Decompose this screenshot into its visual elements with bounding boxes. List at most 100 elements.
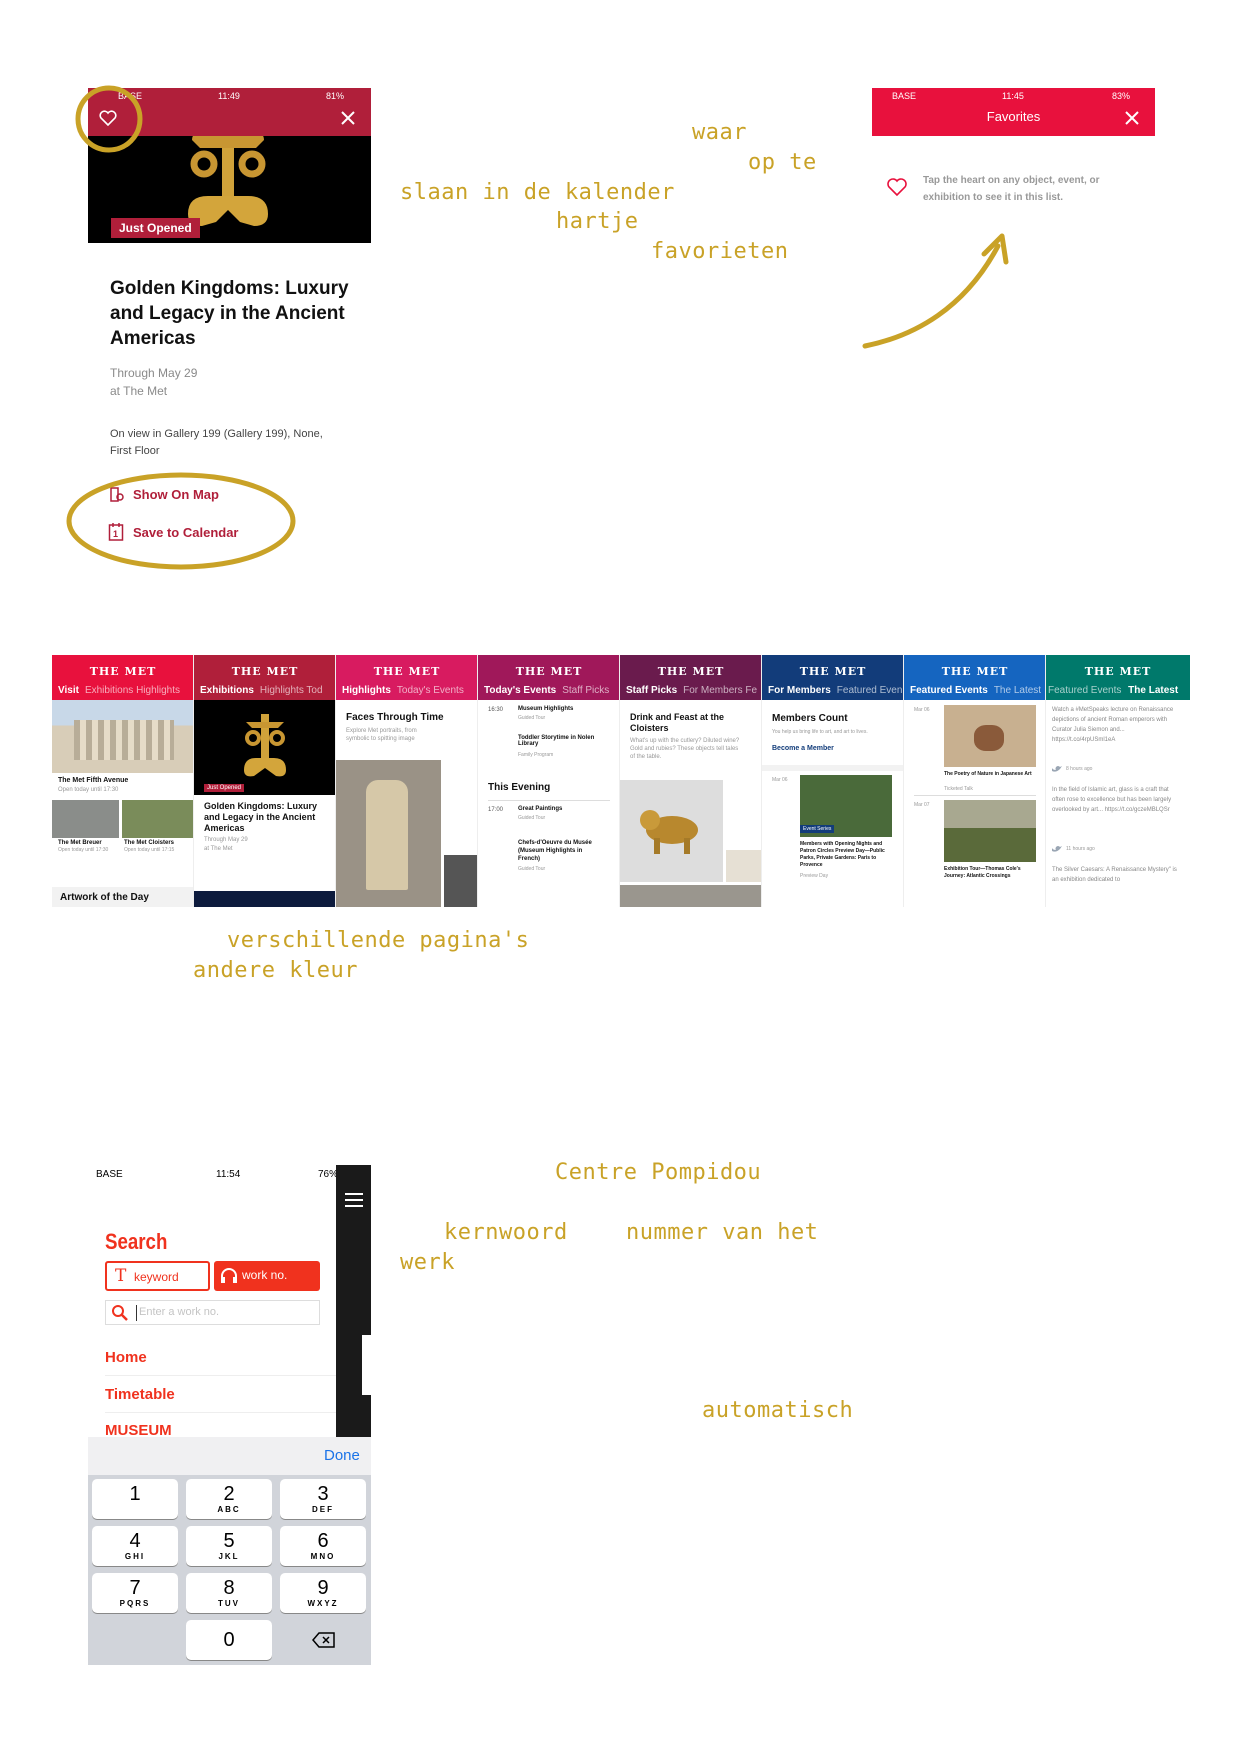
tab-rest[interactable]: Exhibitions Highlights <box>85 685 180 696</box>
screen-header: THE MET Today's Events Staff Picks <box>478 655 619 700</box>
search-input[interactable]: Enter a work no. <box>105 1300 320 1325</box>
hamburger-menu-icon[interactable] <box>345 1193 363 1207</box>
key-2[interactable]: 2 ABC <box>186 1479 272 1519</box>
tab-for-members[interactable]: For Members <box>768 685 831 696</box>
tab-rest[interactable]: Featured Even <box>837 685 903 696</box>
key-6[interactable]: 6 MNO <box>280 1526 366 1566</box>
done-button[interactable]: Done <box>324 1447 360 1464</box>
highlight-title[interactable]: Faces Through Time <box>346 712 444 723</box>
screen-header: THE MET Visit Exhibitions Highlights <box>52 655 193 700</box>
met-cloisters-title[interactable]: The Met Cloisters <box>124 840 174 846</box>
become-member-link[interactable]: Become a Member <box>772 745 834 752</box>
tab-exhibitions[interactable]: Exhibitions <box>200 685 254 696</box>
met-fifth-avenue-title[interactable]: The Met Fifth Avenue <box>58 777 128 784</box>
close-icon[interactable] <box>340 110 356 126</box>
close-icon[interactable] <box>1124 110 1140 126</box>
pompidou-search-screen: BASE 11:54 76% Search T keyword work no.… <box>88 1165 371 1665</box>
note-nummer: nummer van het <box>626 1220 819 1245</box>
menu-item-home[interactable]: Home <box>105 1349 147 1366</box>
tab-rest[interactable]: Today's Events <box>397 685 464 696</box>
work-number-button[interactable]: work no. <box>214 1261 320 1291</box>
met-breuer-image <box>52 800 119 838</box>
key-8[interactable]: 8 TUV <box>186 1573 272 1613</box>
social-post[interactable]: Watch a #MetSpeaks lecture on Renaissanc… <box>1052 705 1180 745</box>
backspace-key[interactable] <box>280 1620 366 1660</box>
met-app-screens-strip: THE MET Visit Exhibitions Highlights The … <box>52 655 1190 907</box>
tab-rest[interactable]: For Members Fe <box>683 685 757 696</box>
event-time: 17:00 <box>488 807 504 813</box>
key-4[interactable]: 4 GHI <box>92 1526 178 1566</box>
event-title[interactable]: Chefs-d'Oeuvre du Musée (Museum Highligh… <box>518 839 603 863</box>
tab-visit[interactable]: Visit <box>58 685 79 696</box>
curved-arrow-annotation <box>862 233 1009 349</box>
tab-staff-picks[interactable]: Staff Picks <box>626 685 677 696</box>
screen-visit: THE MET Visit Exhibitions Highlights The … <box>52 655 194 907</box>
social-post[interactable]: The Silver Caesars: A Renaissance Myster… <box>1052 865 1180 885</box>
tab-highlights[interactable]: Highlights <box>342 685 391 696</box>
screen-header: THE MET Featured Events The Latest <box>1046 655 1190 700</box>
this-evening-heading: This Evening <box>488 782 551 793</box>
exhibition-through: Through May 29 <box>110 366 198 380</box>
exhibition-title[interactable]: Golden Kingdoms: Luxury and Legacy in th… <box>204 801 329 834</box>
met-breuer-title[interactable]: The Met Breuer <box>58 840 102 846</box>
status-time: 11:54 <box>216 1169 241 1180</box>
drawer-edge <box>336 1165 371 1437</box>
key-0[interactable]: 0 <box>186 1620 272 1660</box>
keyword-button[interactable]: T keyword <box>105 1261 210 1291</box>
featured-event-type: Ticketed Talk <box>944 786 973 792</box>
met-logo: THE MET <box>799 665 867 678</box>
event-title[interactable]: Museum Highlights <box>518 706 573 712</box>
event-type: Guided Tour <box>518 815 546 821</box>
search-placeholder: Enter a work no. <box>139 1306 220 1318</box>
twitter-icon <box>1052 846 1062 852</box>
headphones-icon <box>221 1268 237 1283</box>
staff-pick-description: What's up with the cutlery? Diluted wine… <box>630 738 740 760</box>
note-favorieten: favorieten <box>651 239 789 264</box>
event-title[interactable]: Toddler Storytime in Nolen Library <box>518 735 598 747</box>
key-3[interactable]: 3 DEF <box>280 1479 366 1519</box>
note-kernwoord: kernwoord <box>444 1220 568 1245</box>
just-opened-badge: Just Opened <box>111 218 200 238</box>
met-logo: THE MET <box>89 665 157 678</box>
actions-highlight-ellipse <box>66 472 296 570</box>
menu-item-timetable[interactable]: Timetable <box>105 1386 175 1403</box>
screen-todays-events: THE MET Today's Events Staff Picks 16:30 … <box>478 655 620 907</box>
status-bar: BASE 11:54 76% <box>88 1165 371 1185</box>
featured-event-title[interactable]: Exhibition Tour—Thomas Cole's Journey: A… <box>944 866 1034 880</box>
status-time: 11:49 <box>218 91 240 101</box>
key-5[interactable]: 5 JKL <box>186 1526 272 1566</box>
exhibition-title: Golden Kingdoms: Luxury and Legacy in th… <box>110 278 349 349</box>
note-waar: waar <box>692 120 747 145</box>
tab-rest[interactable]: Featured Events <box>1048 685 1121 696</box>
tab-featured-events[interactable]: Featured Events <box>910 685 988 696</box>
heart-highlight-circle <box>75 85 143 153</box>
key-7[interactable]: 7 PQRS <box>92 1573 178 1613</box>
tab-the-latest[interactable]: The Latest <box>1128 685 1178 696</box>
key-9[interactable]: 9 WXYZ <box>280 1573 366 1613</box>
featured-event-title[interactable]: The Poetry of Nature in Japanese Art <box>944 771 1034 778</box>
gallery-location: On view in Gallery 199 (Gallery 199), No… <box>110 428 323 457</box>
met-breuer-hours: Open today until 17:30 <box>58 847 109 853</box>
met-fifth-avenue-image <box>52 700 193 773</box>
favorites-empty-message: Tap the heart on any object, event, or e… <box>923 175 1100 203</box>
search-title: Search <box>105 1229 168 1254</box>
staff-pick-title[interactable]: Drink and Feast at the Cloisters <box>630 712 730 734</box>
tab-bar: Visit Exhibitions Highlights <box>58 685 180 696</box>
screen-header: THE MET Highlights Today's Events <box>336 655 477 700</box>
met-fifth-avenue-hours: Open today until 17:30 <box>58 787 119 793</box>
social-post[interactable]: In the field of Islamic art, glass is a … <box>1052 785 1180 815</box>
screen-header: THE MET Staff Picks For Members Fe <box>620 655 761 700</box>
tab-rest[interactable]: Staff Picks <box>562 685 609 696</box>
event-title[interactable]: Great Paintings <box>518 806 562 812</box>
member-event-title[interactable]: Members with Opening Nights and Patron C… <box>800 841 895 869</box>
artwork-of-the-day[interactable]: Artwork of the Day <box>60 892 149 903</box>
tab-todays-events[interactable]: Today's Events <box>484 685 556 696</box>
tab-rest[interactable]: The Latest <box>994 685 1041 696</box>
key-1[interactable]: 1 <box>92 1479 178 1519</box>
note-andere-kleur: andere kleur <box>193 958 358 983</box>
event-type: Guided Tour <box>518 715 546 721</box>
tab-bar: Today's Events Staff Picks <box>484 685 609 696</box>
tab-rest[interactable]: Highlights Tod <box>260 685 323 696</box>
met-cloisters-image <box>122 800 193 838</box>
screen-featured-events: THE MET Featured Events The Latest Mar 06… <box>904 655 1046 907</box>
